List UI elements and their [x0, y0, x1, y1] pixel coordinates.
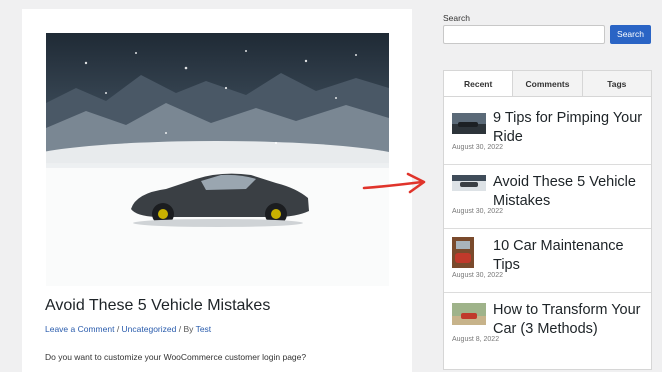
post-excerpt: Do you want to customize your WooCommerc… [45, 352, 307, 362]
post-date: August 8, 2022 [452, 336, 500, 343]
tab-comments[interactable]: Comments [512, 71, 582, 96]
post-thumbnail[interactable] [452, 303, 486, 325]
post-title[interactable]: Avoid These 5 Vehicle Mistakes [45, 297, 270, 315]
author-link[interactable]: Test [196, 324, 212, 334]
recent-posts-widget: Recent Comments Tags 9 Tips for Pimping … [443, 70, 652, 370]
arrow-annotation-icon [362, 172, 426, 194]
list-item[interactable]: 9 Tips for Pimping Your Ride August 30, … [444, 101, 651, 165]
post-link[interactable]: Avoid These 5 Vehicle Mistakes [493, 173, 648, 211]
list-item[interactable]: How to Transform Your Car (3 Methods) Au… [444, 293, 651, 357]
post-thumbnail[interactable] [452, 113, 486, 134]
post-thumbnail[interactable] [452, 175, 486, 191]
search-button[interactable]: Search [610, 25, 651, 44]
post-date: August 30, 2022 [452, 208, 503, 215]
post-thumbnail[interactable] [452, 237, 474, 268]
category-link[interactable]: Uncategorized [122, 324, 177, 334]
tab-recent[interactable]: Recent [444, 71, 513, 96]
search-input[interactable] [443, 25, 605, 44]
post-card: Avoid These 5 Vehicle Mistakes Leave a C… [22, 9, 412, 372]
post-date: August 30, 2022 [452, 144, 503, 151]
post-meta: Leave a Comment / Uncategorized / By Tes… [45, 324, 211, 334]
comment-link[interactable]: Leave a Comment [45, 324, 114, 334]
widget-tabs: Recent Comments Tags [444, 71, 651, 97]
post-date: August 30, 2022 [452, 272, 503, 279]
tab-tags[interactable]: Tags [581, 71, 651, 96]
meta-separator: / By [176, 324, 196, 334]
list-item[interactable]: 10 Car Maintenance Tips August 30, 2022 [444, 229, 651, 293]
meta-separator: / [114, 324, 122, 334]
featured-image[interactable] [46, 33, 389, 286]
post-link[interactable]: How to Transform Your Car (3 Methods) [493, 301, 648, 339]
post-link[interactable]: 10 Car Maintenance Tips [493, 237, 648, 275]
post-link[interactable]: 9 Tips for Pimping Your Ride [493, 109, 648, 147]
list-item[interactable]: Avoid These 5 Vehicle Mistakes August 30… [444, 165, 651, 229]
search-label: Search [443, 13, 470, 23]
